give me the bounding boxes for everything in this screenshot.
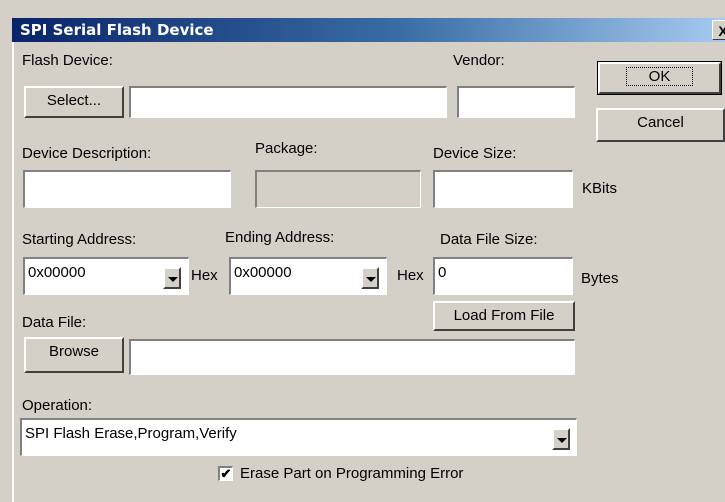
select-button[interactable]: Select... xyxy=(24,86,124,118)
browse-button-label: Browse xyxy=(48,343,100,360)
starting-address-label: Starting Address: xyxy=(22,231,137,248)
browse-button[interactable]: Browse xyxy=(24,337,124,373)
package-field xyxy=(255,170,421,208)
ok-button[interactable]: OK xyxy=(597,61,722,95)
ok-button-label: OK xyxy=(625,67,694,86)
device-description-label: Device Description: xyxy=(22,145,152,162)
starting-address-combobox[interactable]: 0x00000 xyxy=(23,257,189,295)
title-bar: SPI Serial Flash Device X xyxy=(12,18,725,42)
device-size-unit: KBits xyxy=(582,180,618,197)
starting-address-hex-label: Hex xyxy=(191,267,218,284)
flash-device-field[interactable] xyxy=(129,86,447,118)
package-label: Package: xyxy=(255,140,318,157)
vendor-field[interactable] xyxy=(457,86,575,118)
data-file-field[interactable] xyxy=(129,339,575,375)
device-description-field[interactable] xyxy=(23,170,231,208)
load-from-file-button[interactable]: Load From File xyxy=(433,301,575,331)
starting-address-value: 0x00000 xyxy=(28,264,86,281)
ending-address-combobox[interactable]: 0x00000 xyxy=(229,257,387,295)
operation-dropdown-icon[interactable] xyxy=(552,428,570,450)
close-button[interactable]: X xyxy=(712,20,725,40)
ending-address-label: Ending Address: xyxy=(225,229,335,246)
starting-address-dropdown-icon[interactable] xyxy=(163,267,181,289)
select-button-label: Select... xyxy=(46,92,102,109)
device-size-field[interactable] xyxy=(433,170,573,208)
operation-value: SPI Flash Erase,Program,Verify xyxy=(25,425,237,442)
dialog-frame xyxy=(12,42,14,502)
data-file-size-field[interactable]: 0 xyxy=(433,257,573,295)
window-title: SPI Serial Flash Device xyxy=(20,21,214,39)
operation-combobox[interactable]: SPI Flash Erase,Program,Verify xyxy=(20,418,577,456)
ending-address-dropdown-icon[interactable] xyxy=(361,267,379,289)
operation-label: Operation: xyxy=(22,397,93,414)
ending-address-value: 0x00000 xyxy=(234,264,292,281)
vendor-label: Vendor: xyxy=(453,52,505,69)
erase-checkbox[interactable]: ✔ xyxy=(218,466,233,481)
ending-address-hex-label: Hex xyxy=(397,267,424,284)
data-file-size-unit: Bytes xyxy=(581,270,619,287)
data-file-label: Data File: xyxy=(22,314,87,331)
data-file-size-label: Data File Size: xyxy=(440,231,538,248)
erase-checkbox-label: Erase Part on Programming Error xyxy=(240,465,464,482)
flash-device-label: Flash Device: xyxy=(22,52,113,69)
device-size-label: Device Size: xyxy=(433,145,517,162)
cancel-button[interactable]: Cancel xyxy=(596,108,725,142)
